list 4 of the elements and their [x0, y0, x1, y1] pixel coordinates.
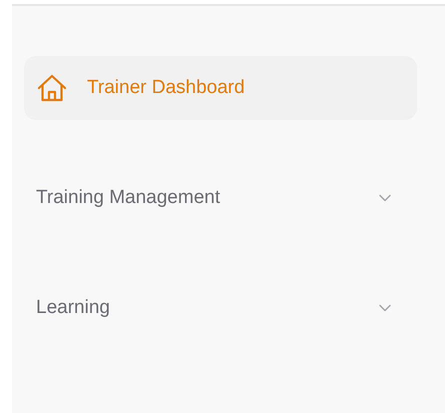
menu-group[interactable]: Training Management: [24, 166, 417, 230]
menu-group[interactable]: Learning: [24, 276, 417, 340]
home-icon: [36, 72, 68, 104]
menu-item[interactable]: Trainer Dashboard: [24, 56, 417, 120]
